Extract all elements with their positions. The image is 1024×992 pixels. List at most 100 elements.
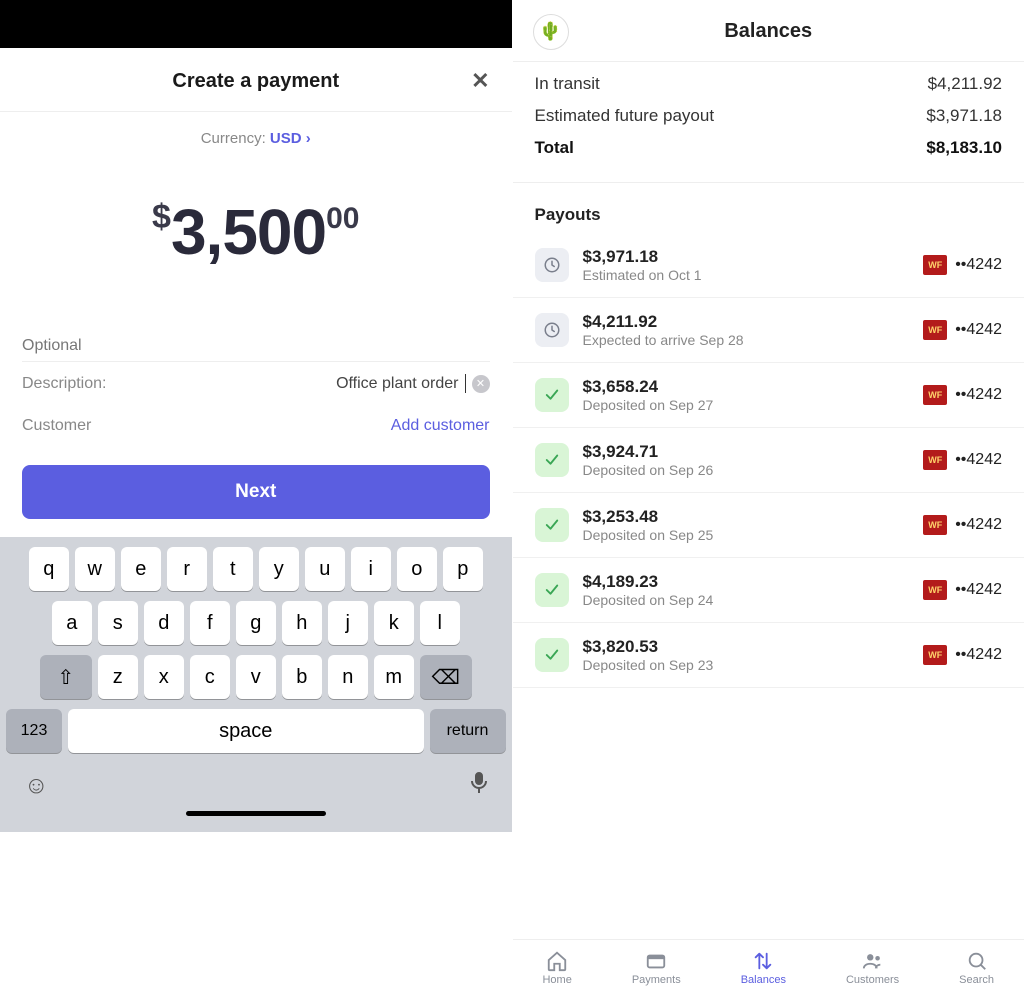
key-j[interactable]: j	[328, 601, 368, 645]
in-transit-label: In transit	[535, 74, 600, 94]
payout-row[interactable]: $4,211.92Expected to arrive Sep 28 WF••42…	[513, 298, 1024, 363]
payouts-list: $3,971.18Estimated on Oct 1WF••4242$4,21…	[513, 233, 1024, 688]
payout-subtext: Deposited on Sep 24	[583, 592, 910, 608]
amount-minor: 00	[326, 202, 359, 235]
tab-customers[interactable]: Customers	[846, 950, 899, 986]
key-u[interactable]: u	[305, 547, 345, 591]
clear-icon[interactable]: ✕	[472, 375, 490, 393]
total-value: $8,183.10	[926, 138, 1002, 158]
key-i[interactable]: i	[351, 547, 391, 591]
payout-row[interactable]: $3,253.48Deposited on Sep 25 WF••4242	[513, 493, 1024, 558]
close-icon[interactable]: ✕	[471, 68, 489, 94]
tab-label: Search	[959, 974, 994, 986]
customer-row[interactable]: Customer Add customer	[22, 405, 490, 447]
clock-icon	[535, 248, 569, 282]
account-avatar[interactable]: 🌵	[533, 14, 569, 50]
key-y[interactable]: y	[259, 547, 299, 591]
check-icon	[535, 443, 569, 477]
description-row[interactable]: Description: Office plant order ✕	[22, 362, 490, 405]
key-m[interactable]: m	[374, 655, 414, 699]
balances-header: 🌵 Balances	[513, 0, 1024, 61]
account-mask: ••4242	[955, 516, 1002, 534]
payout-row[interactable]: $3,820.53Deposited on Sep 23WF••4242	[513, 623, 1024, 688]
key-space[interactable]: space	[68, 709, 424, 753]
bank-badge: WF	[923, 450, 947, 470]
payout-subtext: Estimated on Oct 1	[583, 267, 910, 283]
key-c[interactable]: c	[190, 655, 230, 699]
tab-balances[interactable]: Balances	[741, 950, 786, 986]
key-v[interactable]: v	[236, 655, 276, 699]
currency-selector[interactable]: Currency: USD ›	[0, 112, 512, 153]
key-h[interactable]: h	[282, 601, 322, 645]
payout-amount: $3,253.48	[583, 507, 910, 527]
key-shift[interactable]: ⇧	[40, 655, 92, 699]
payout-subtext: Deposited on Sep 27	[583, 397, 910, 413]
payout-account: WF••4242	[923, 320, 1002, 340]
description-input[interactable]: Office plant order	[336, 375, 458, 393]
key-t[interactable]: t	[213, 547, 253, 591]
currency-value: USD	[270, 130, 302, 147]
key-w[interactable]: w	[75, 547, 115, 591]
key-k[interactable]: k	[374, 601, 414, 645]
bank-badge: WF	[923, 320, 947, 340]
customer-label: Customer	[22, 417, 91, 435]
description-label: Description:	[22, 375, 106, 393]
payout-amount: $4,211.92	[583, 312, 910, 332]
create-payment-screen: Create a payment ✕ Currency: USD › $3,50…	[0, 0, 513, 992]
key-q[interactable]: q	[29, 547, 69, 591]
currency-sign: $	[152, 198, 171, 236]
balance-summary: In transit $4,211.92 Estimated future pa…	[513, 61, 1024, 183]
key-s[interactable]: s	[98, 601, 138, 645]
key-l[interactable]: l	[420, 601, 460, 645]
payout-amount: $3,971.18	[583, 247, 910, 267]
key-f[interactable]: f	[190, 601, 230, 645]
key-e[interactable]: e	[121, 547, 161, 591]
key-backspace[interactable]: ⌫	[420, 655, 472, 699]
payout-row[interactable]: $3,971.18Estimated on Oct 1WF••4242	[513, 233, 1024, 298]
emoji-icon[interactable]: ☺	[24, 772, 49, 800]
key-r[interactable]: r	[167, 547, 207, 591]
payout-row[interactable]: $4,189.23Deposited on Sep 24WF••4242	[513, 558, 1024, 623]
mic-icon[interactable]	[470, 771, 488, 801]
tab-payments[interactable]: Payments	[632, 950, 681, 986]
modal-title: Create a payment	[172, 70, 339, 93]
key-n[interactable]: n	[328, 655, 368, 699]
key-x[interactable]: x	[144, 655, 184, 699]
bank-badge: WF	[923, 580, 947, 600]
key-g[interactable]: g	[236, 601, 276, 645]
key-o[interactable]: o	[397, 547, 437, 591]
next-button[interactable]: Next	[22, 465, 490, 519]
key-b[interactable]: b	[282, 655, 322, 699]
tab-label: Payments	[632, 974, 681, 986]
home-indicator[interactable]	[186, 811, 326, 816]
key-a[interactable]: a	[52, 601, 92, 645]
tab-label: Balances	[741, 974, 786, 986]
tab-home[interactable]: Home	[542, 950, 571, 986]
payout-subtext: Expected to arrive Sep 28	[583, 332, 910, 348]
payout-row[interactable]: $3,658.24Deposited on Sep 27WF••4242	[513, 363, 1024, 428]
account-mask: ••4242	[955, 451, 1002, 469]
check-icon	[535, 638, 569, 672]
key-d[interactable]: d	[144, 601, 184, 645]
payout-subtext: Deposited on Sep 25	[583, 527, 910, 543]
payouts-heading: Payouts	[513, 183, 1024, 233]
payout-account: WF••4242	[923, 515, 1002, 535]
add-customer-link[interactable]: Add customer	[391, 417, 490, 435]
payout-account: WF••4242	[923, 645, 1002, 665]
optional-heading: Optional	[22, 329, 490, 362]
account-mask: ••4242	[955, 386, 1002, 404]
amount-display[interactable]: $3,50000	[0, 153, 512, 329]
tab-label: Customers	[846, 974, 899, 986]
key-return[interactable]: return	[430, 709, 506, 753]
future-payout-value: $3,971.18	[926, 106, 1002, 126]
key-p[interactable]: p	[443, 547, 483, 591]
tab-search[interactable]: Search	[959, 950, 994, 986]
page-title: Balances	[724, 20, 812, 43]
clock-icon	[535, 313, 569, 347]
key-z[interactable]: z	[98, 655, 138, 699]
status-bar	[0, 0, 512, 48]
key-123[interactable]: 123	[6, 709, 62, 753]
payout-row[interactable]: $3,924.71Deposited on Sep 26WF••4242	[513, 428, 1024, 493]
tab-bar: Home Payments Balances Customers Search	[513, 939, 1024, 992]
text-cursor	[465, 374, 466, 393]
